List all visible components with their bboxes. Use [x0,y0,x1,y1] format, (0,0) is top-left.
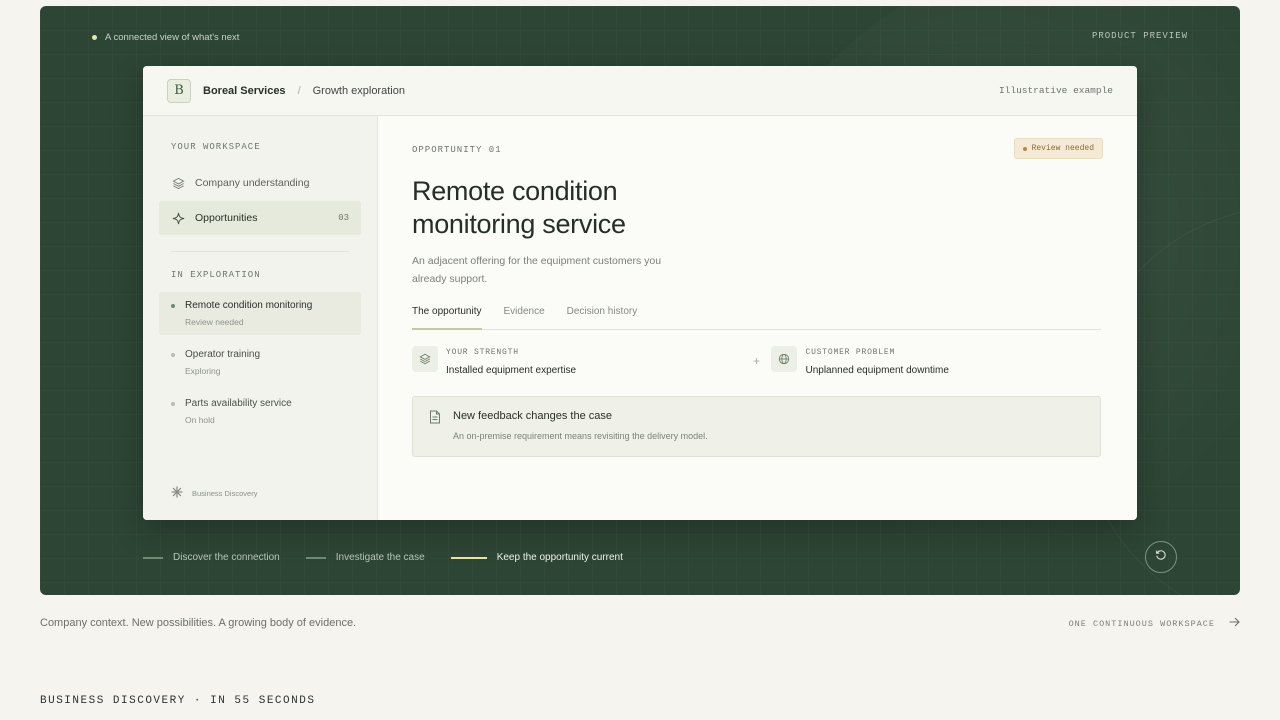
step-keep-current[interactable]: Keep the opportunity current [450,552,623,563]
exploration-label: Remote condition monitoring [185,300,313,311]
exploration-label: Operator training [185,349,261,360]
preview-label: PRODUCT PREVIEW [1091,31,1188,41]
footer-title: BUSINESS DISCOVERY · IN 55 SECONDS [40,695,316,707]
tab-decision-history[interactable]: Decision history [567,306,638,329]
opportunity-label: OPPORTUNITY 01 [412,145,502,155]
feedback-title: New feedback changes the case [453,410,612,422]
globe-icon [771,346,798,372]
continuous-workspace-link[interactable]: ONE CONTINUOUS WORKSPACE [1069,617,1240,630]
exploration-status: Exploring [185,366,221,376]
strength-label: YOUR STRENGTH [446,348,519,357]
sparkle-icon [171,211,185,225]
step-label: Discover the connection [173,552,280,563]
org-name[interactable]: Boreal Services [203,85,286,97]
strength-value: Installed equipment expertise [446,365,577,376]
tab-the-opportunity[interactable]: The opportunity [412,306,482,330]
hero-panel: A connected view of what's next PRODUCT … [40,6,1240,595]
problem-value: Unplanned equipment downtime [805,365,949,376]
document-icon [429,410,441,443]
status-badge: Review needed [1013,138,1103,159]
status-dot-icon [171,303,175,308]
window-header: B Boreal Services / Growth exploration I… [143,66,1137,116]
sidebar-item-opportunities[interactable]: Opportunities 03 [159,201,361,235]
tagline-text: A connected view of what's next [105,32,240,43]
status-dot-icon [171,401,175,406]
context-caption: Company context. New possibilities. A gr… [40,617,357,629]
step-line [450,556,487,559]
feedback-subtitle: An on-premise requirement means revisiti… [453,431,708,441]
footer-brand: Business Discovery [192,488,258,498]
sidebar-item-company-understanding[interactable]: Company understanding [159,166,361,200]
main-content: OPPORTUNITY 01 Review needed Remote cond… [378,116,1137,520]
status-dot-icon [171,352,175,357]
exploration-item-remote-monitoring[interactable]: Remote condition monitoring Review neede… [159,292,361,335]
step-line [305,556,326,559]
page-description: An adjacent offering for the equipment c… [412,255,662,285]
step-line [143,556,163,559]
arrow-right-icon [1229,617,1240,630]
breadcrumb[interactable]: Growth exploration [313,85,405,97]
problem-label: CUSTOMER PROBLEM [805,348,896,357]
breadcrumb-separator: / [297,84,301,97]
sidebar-divider [171,251,349,252]
org-logo: B [167,78,191,103]
step-investigate[interactable]: Investigate the case [305,552,425,563]
exploration-item-operator-training[interactable]: Operator training Exploring [159,341,361,384]
layers-icon [412,346,438,372]
plus-icon: + [752,354,760,368]
illustrative-label: Illustrative example [998,85,1113,96]
problem-card: CUSTOMER PROBLEM Unplanned equipment dow… [771,346,1101,376]
asterisk-icon [171,486,183,500]
continuous-label: ONE CONTINUOUS WORKSPACE [1068,618,1215,629]
tab-evidence[interactable]: Evidence [504,306,545,329]
badge-label: Review needed [1031,144,1094,153]
sidebar-footer: Business Discovery [171,486,257,500]
hero-tagline: A connected view of what's next [92,32,239,43]
step-label: Keep the opportunity current [496,552,623,563]
step-label: Investigate the case [335,552,425,563]
badge-dot-icon [1022,146,1027,151]
exploration-item-parts-availability[interactable]: Parts availability service On hold [159,390,361,433]
strength-card: YOUR STRENGTH Installed equipment expert… [412,346,742,376]
workspace-heading: YOUR WORKSPACE [171,142,261,152]
exploration-status: Review needed [185,317,244,327]
step-discover[interactable]: Discover the connection [143,552,280,563]
tab-bar: The opportunity Evidence Decision histor… [412,306,1101,330]
feedback-callout[interactable]: New feedback changes the case An on-prem… [412,396,1101,457]
exploration-label: Parts availability service [185,398,292,409]
exploration-heading: IN EXPLORATION [171,270,261,280]
sidebar-item-label: Opportunities [195,212,258,224]
restart-icon [1155,548,1167,566]
tagline-dot-icon [92,35,97,40]
exploration-status: On hold [185,415,215,425]
step-indicator: Discover the connection Investigate the … [143,552,623,563]
restart-button[interactable] [1145,541,1177,573]
strength-problem-pair: YOUR STRENGTH Installed equipment expert… [412,346,1101,376]
opportunities-count: 03 [338,213,349,223]
app-window: B Boreal Services / Growth exploration I… [143,66,1137,520]
sidebar: YOUR WORKSPACE Company understanding Opp… [143,116,378,520]
page-title: Remote condition monitoring service [412,176,626,239]
layers-icon [171,176,185,190]
sidebar-item-label: Company understanding [195,177,310,189]
